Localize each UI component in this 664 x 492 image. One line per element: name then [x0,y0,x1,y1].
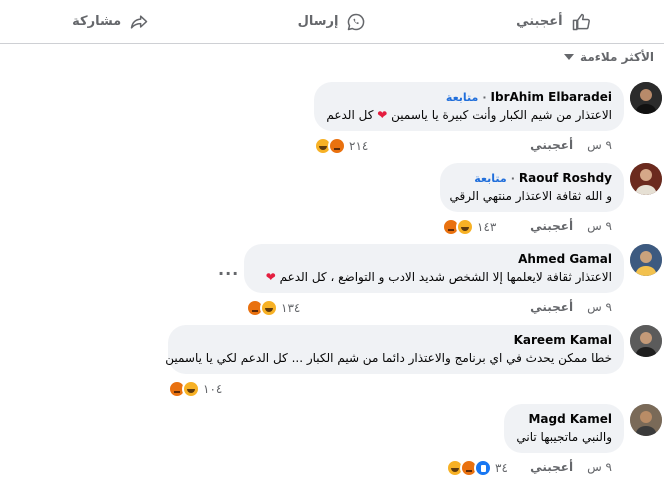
reaction-count: ٣٤ [495,461,508,475]
whatsapp-icon [348,13,365,30]
comment-time[interactable]: ٩ س [587,460,612,474]
comment-text-tail: كل الدعم [326,108,374,122]
reaction-count: ٢١٤ [349,139,369,153]
comment-like-button[interactable]: أعجبني [530,138,573,152]
comment-bubble: Ahmed Gamal الاعتذار ثقافة لايعلمها إلا … [244,244,624,293]
separator-dot: · [510,171,515,185]
comment-bubble: Magd Kamel والنبي ماتجيبها تاني [504,404,624,453]
reaction-summary[interactable]: ٢١٤ [314,137,369,155]
follow-link[interactable]: متابعة [446,91,478,104]
heart-emoji: ❤ [377,108,388,122]
reaction-icons [442,218,474,236]
share-action-label: مشاركة [72,14,122,29]
avatar-photo-icon [630,244,662,276]
avatar[interactable] [630,325,662,357]
comment-time[interactable]: ٩ س [587,138,612,152]
comment-meta: ٩ س أعجبني [530,219,612,233]
haha-icon [456,218,474,236]
avatar[interactable] [630,163,662,195]
comment-like-button[interactable]: أعجبني [530,300,573,314]
avatar[interactable] [630,404,662,436]
like-action-label: أعجبني [516,14,563,29]
commenter-name[interactable]: Kareem Kamal [514,333,612,347]
reaction-count: ١٠٤ [203,382,223,396]
send-action-label: إرسال [297,14,339,29]
avatar-photo-icon [630,325,662,357]
comment-text: خطا ممكن يحدث في اي برنامج والاعتذار دائ… [165,351,612,365]
commenter-name[interactable]: Magd Kamel [528,412,612,426]
share-action[interactable]: مشاركة [0,0,221,43]
comment-meta: ٩ س أعجبني [530,300,612,314]
commenter-name[interactable]: Raouf Roshdy [519,171,612,185]
avatar-photo-icon [630,404,662,436]
comment-bubble: متابعة · Raouf Roshdy و الله ثقافة الاعت… [440,163,624,212]
comment-time[interactable]: ٩ س [587,300,612,314]
avatar[interactable] [630,244,662,276]
reaction-summary[interactable]: ١٣٤ [246,299,301,317]
comment-time[interactable]: ٩ س [587,219,612,233]
reaction-summary[interactable]: ١٤٣ [442,218,497,236]
comment-like-button[interactable]: أعجبني [530,219,573,233]
comment-sort-dropdown[interactable]: الأكثر ملاءمة [564,50,654,64]
avatar-photo-icon [630,163,662,195]
avatar-photo-icon [630,82,662,114]
like-icon [474,459,492,477]
heart-emoji: ❤ [265,270,276,284]
comment-header: متابعة · IbrAhim Elbaradei [326,90,612,104]
comment-bubble: متابعة · IbrAhim Elbaradei الاعتذار من ش… [314,82,624,131]
comment-text: والنبي ماتجيبها تاني [516,430,612,444]
reaction-icons [246,299,278,317]
comment-bubble: Kareem Kamal خطا ممكن يحدث في اي برنامج … [165,325,624,374]
thumbs-up-icon [572,13,590,30]
comment-header: متابعة · Raouf Roshdy [452,171,612,185]
reaction-count: ١٣٤ [281,301,301,315]
angry-icon [328,137,346,155]
haha-icon [260,299,278,317]
comment-text: و الله ثقافة الاعتذار منتهي الرقي [449,189,612,203]
reaction-icons [446,459,492,477]
caret-down-icon [564,54,575,60]
commenter-name[interactable]: Ahmed Gamal [518,252,612,266]
more-options-button[interactable]: ... [218,260,239,279]
comment-like-button[interactable]: أعجبني [530,460,573,474]
reaction-count: ١٤٣ [477,220,497,234]
comment-text: الاعتذار ثقافة لايعلمها إلا الشخص شديد ا… [256,270,612,284]
haha-icon [182,380,200,398]
commenter-name[interactable]: IbrAhim Elbaradei [491,90,612,104]
comment-meta: ٩ س أعجبني [530,460,612,474]
comment-header: Ahmed Gamal [256,252,612,266]
share-arrow-icon [130,14,148,29]
comment-text: الاعتذار من شيم الكبار وأنت كبيرة يا ياس… [326,108,612,122]
reaction-summary[interactable]: ١٠٤ [168,380,223,398]
comment-meta: ٩ س أعجبني [530,138,612,152]
follow-link[interactable]: متابعة [474,172,506,185]
comment-text-main: الاعتذار من شيم الكبار وأنت كبيرة يا ياس… [391,108,612,122]
separator-dot: · [482,90,487,104]
comment-header: Kareem Kamal [180,333,612,347]
reaction-icons [314,137,346,155]
reaction-icons [168,380,200,398]
send-action[interactable]: إرسال [221,0,442,43]
like-action[interactable]: أعجبني [443,0,664,43]
comment-text-main: الاعتذار ثقافة لايعلمها إلا الشخص شديد ا… [279,270,612,284]
post-action-bar: أعجبني إرسال مشاركة [0,0,664,44]
comment-header: Magd Kamel [516,412,612,426]
reaction-summary[interactable]: ٣٤ [446,459,508,477]
avatar[interactable] [630,82,662,114]
sort-label: الأكثر ملاءمة [580,50,654,64]
